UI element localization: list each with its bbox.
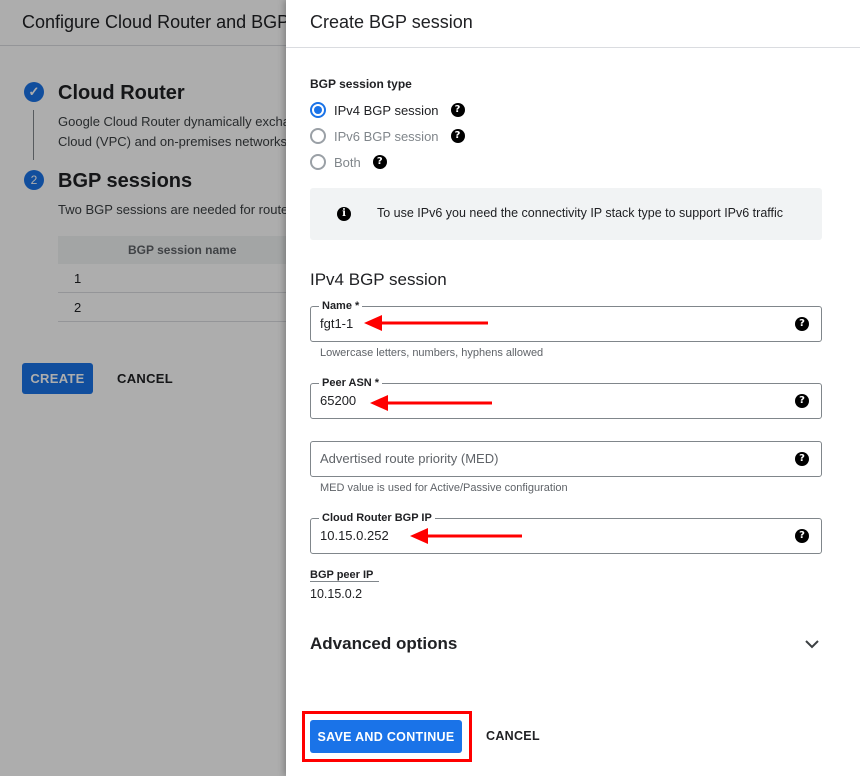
radio-button-ipv6[interactable] [310, 128, 326, 144]
bgp-peer-ip-value: 10.15.0.2 [310, 587, 363, 601]
peer-asn-field-label: Peer ASN * [319, 376, 383, 390]
help-icon[interactable]: ? [795, 529, 809, 543]
annotation-arrow [370, 395, 492, 411]
radio-option-ipv6[interactable]: IPv6 BGP session ? [310, 126, 465, 146]
annotation-arrow [364, 315, 488, 331]
med-field-hint: MED value is used for Active/Passive con… [320, 482, 568, 494]
cloud-router-bgp-ip-value[interactable]: 10.15.0.252 [320, 528, 389, 543]
help-icon[interactable]: ? [795, 394, 809, 408]
info-banner-text: To use IPv6 you need the connectivity IP… [377, 206, 784, 220]
name-field-label: Name * [319, 299, 363, 313]
info-icon: i [337, 207, 351, 221]
help-icon[interactable]: ? [372, 155, 387, 169]
ipv4-section-heading: IPv4 BGP session [310, 270, 447, 289]
advanced-options-toggle[interactable]: Advanced options [310, 634, 457, 654]
radio-label-ipv6: IPv6 BGP session [334, 128, 439, 144]
radio-button-both[interactable] [310, 154, 326, 170]
session-type-label: BGP session type [310, 77, 412, 91]
cloud-router-bgp-ip-label: Cloud Router BGP IP [319, 511, 435, 525]
chevron-down-icon[interactable] [802, 634, 822, 654]
create-bgp-session-panel: Create BGP session BGP session type IPv4… [286, 0, 860, 776]
name-field-value[interactable]: fgt1-1 [320, 316, 353, 331]
radio-option-both[interactable]: Both ? [310, 152, 387, 172]
help-icon[interactable]: ? [450, 129, 465, 143]
panel-title: Create BGP session [310, 12, 473, 32]
radio-label-both: Both [334, 154, 361, 170]
help-icon[interactable]: ? [795, 452, 809, 466]
cloud-router-bgp-ip-field[interactable]: Cloud Router BGP IP 10.15.0.252 ? [310, 511, 822, 554]
annotation-highlight-box [302, 711, 472, 762]
radio-button-ipv4[interactable] [310, 102, 326, 118]
peer-asn-field-value[interactable]: 65200 [320, 393, 356, 408]
panel-header: Create BGP session [286, 0, 860, 48]
med-field[interactable]: Advertised route priority (MED) ? [310, 441, 822, 477]
radio-option-ipv4[interactable]: IPv4 BGP session ? [310, 100, 465, 120]
med-field-placeholder[interactable]: Advertised route priority (MED) [320, 451, 498, 466]
bgp-peer-ip-label: BGP peer IP [310, 569, 380, 582]
name-field-hint: Lowercase letters, numbers, hyphens allo… [320, 347, 544, 359]
annotation-arrow [410, 528, 522, 544]
ipv6-info-banner: i To use IPv6 you need the connectivity … [310, 188, 822, 240]
cancel-button[interactable]: CANCEL [486, 729, 540, 743]
help-icon[interactable]: ? [450, 103, 465, 117]
help-icon[interactable]: ? [795, 317, 809, 331]
radio-label-ipv4: IPv4 BGP session [334, 102, 439, 118]
